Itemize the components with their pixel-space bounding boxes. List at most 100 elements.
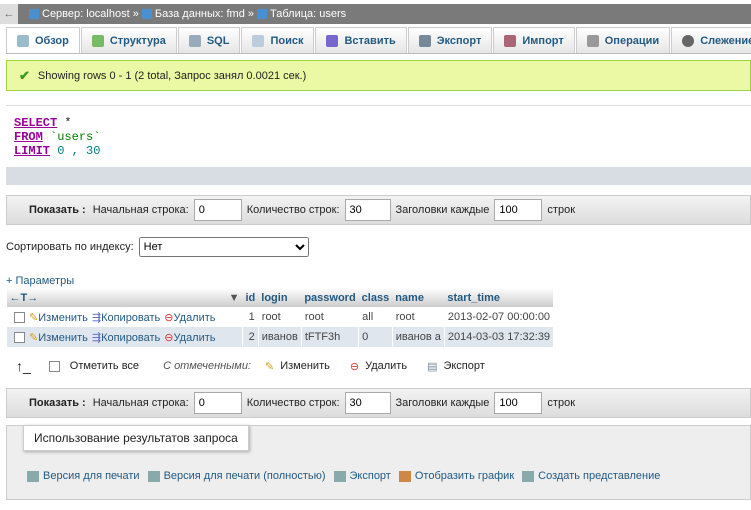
cell-name[interactable]: иванов а bbox=[391, 327, 445, 347]
row-count-input[interactable] bbox=[344, 199, 391, 221]
column-header-id[interactable]: id bbox=[242, 288, 259, 307]
export-icon bbox=[418, 34, 431, 47]
link-label: Экспорт bbox=[349, 470, 391, 482]
cell-id[interactable]: 1 bbox=[242, 307, 259, 327]
separator: » bbox=[247, 8, 255, 20]
breadcrumb-table[interactable]: Таблица: users bbox=[270, 8, 346, 20]
tab-operations[interactable]: Операции bbox=[575, 27, 671, 53]
export-link[interactable]: Экспорт bbox=[333, 470, 391, 482]
expand-arrows[interactable]: ←T→ bbox=[10, 292, 39, 304]
delete-link[interactable]: Удалить bbox=[174, 332, 216, 344]
tab-structure[interactable]: Структура bbox=[80, 27, 177, 53]
sql-text: 0 , 30 bbox=[50, 144, 101, 158]
create-view-link[interactable]: Создать представление bbox=[522, 470, 660, 482]
tab-import[interactable]: Импорт bbox=[493, 27, 575, 53]
sql-keyword[interactable]: LIMIT bbox=[14, 144, 50, 158]
tab-label: Поиск bbox=[270, 34, 304, 47]
server-icon bbox=[29, 9, 39, 19]
headers-every-label: Заголовки каждые bbox=[395, 397, 490, 409]
column-header-class[interactable]: class bbox=[358, 288, 393, 307]
edit-link[interactable]: Изменить bbox=[38, 312, 88, 324]
tab-tracking[interactable]: Слежение bbox=[671, 27, 751, 53]
breadcrumb-server[interactable]: Сервер: localhost bbox=[42, 8, 130, 20]
sort-dropdown-icon[interactable]: ▼ bbox=[229, 292, 240, 304]
sql-keyword[interactable]: SELECT bbox=[14, 116, 57, 130]
print-icon bbox=[27, 470, 39, 482]
headers-every-label: Заголовки каждые bbox=[395, 204, 490, 216]
column-header-start-time[interactable]: start_time bbox=[444, 288, 554, 307]
sort-select[interactable]: Нет bbox=[138, 237, 309, 257]
cell-id[interactable]: 2 bbox=[242, 327, 259, 347]
copy-link[interactable]: Копировать bbox=[101, 312, 160, 324]
row-count-label: Количество строк: bbox=[246, 397, 340, 409]
collapse-button[interactable]: ← bbox=[0, 4, 18, 24]
edit-link[interactable]: Изменить bbox=[38, 332, 88, 344]
print-icon bbox=[147, 470, 160, 482]
row-count-input[interactable] bbox=[344, 392, 391, 414]
tab-sql[interactable]: SQL bbox=[177, 27, 241, 53]
print-view-link[interactable]: Версия для печати bbox=[27, 470, 140, 482]
start-row-input[interactable] bbox=[193, 199, 242, 221]
breadcrumb-database[interactable]: База данных: fmd bbox=[155, 8, 245, 20]
column-header-name[interactable]: name bbox=[392, 288, 445, 307]
bulk-export-button[interactable]: Экспорт bbox=[443, 360, 484, 372]
sql-text: * bbox=[57, 116, 72, 130]
tab-label: Экспорт bbox=[436, 34, 482, 47]
navigation-bar-bottom: Показать : Начальная строка: Количество … bbox=[6, 388, 751, 418]
cell-password[interactable]: root bbox=[300, 307, 359, 327]
cell-class[interactable]: 0 bbox=[358, 327, 393, 347]
export-icon: ▤ bbox=[427, 360, 438, 373]
cell-password[interactable]: tFTF3h bbox=[300, 327, 359, 347]
check-all-checkbox[interactable] bbox=[48, 360, 60, 372]
success-message: ✔ Showing rows 0 - 1 (2 total, Запрос зан… bbox=[6, 60, 751, 91]
table-icon bbox=[257, 9, 268, 19]
wrench-icon bbox=[586, 34, 599, 47]
print-view-full-link[interactable]: Версия для печати (полностью) bbox=[147, 470, 326, 482]
tab-export[interactable]: Экспорт bbox=[407, 27, 493, 53]
row-checkbox[interactable] bbox=[14, 332, 25, 344]
tab-insert[interactable]: Вставить bbox=[315, 27, 407, 53]
bulk-delete-button[interactable]: Удалить bbox=[365, 360, 407, 372]
cell-start-time[interactable]: 2013-02-07 00:00:00 bbox=[443, 307, 554, 327]
check-all-label[interactable]: Отметить все bbox=[70, 360, 139, 372]
start-row-input[interactable] bbox=[193, 392, 242, 414]
link-label: Создать представление bbox=[538, 470, 661, 482]
results-table: ←T→ ▼ id login password class name start_… bbox=[6, 288, 554, 347]
row-checkbox[interactable] bbox=[14, 312, 25, 324]
column-header-password[interactable]: password bbox=[301, 288, 359, 307]
tab-bar: Обзор Структура SQL Поиск Вставить Экспо… bbox=[6, 27, 751, 54]
copy-link[interactable]: Копировать bbox=[101, 332, 160, 344]
chart-icon bbox=[398, 470, 411, 482]
view-icon bbox=[522, 470, 535, 482]
copy-icon: ⇶ bbox=[91, 311, 102, 324]
bulk-edit-button[interactable]: Изменить bbox=[280, 360, 330, 372]
eye-icon bbox=[682, 34, 695, 47]
headers-every-input[interactable] bbox=[494, 199, 543, 221]
tab-label: Слежение bbox=[700, 34, 751, 47]
sql-keyword[interactable]: FROM bbox=[14, 130, 43, 144]
cell-name[interactable]: root bbox=[391, 307, 445, 327]
arrow-up-icon: ↑_ bbox=[16, 358, 31, 374]
headers-every-input[interactable] bbox=[494, 392, 543, 414]
link-label: Версия для печати (полностью) bbox=[163, 470, 326, 482]
display-chart-link[interactable]: Отобразить график bbox=[398, 470, 514, 482]
cell-login[interactable]: иванов bbox=[257, 327, 302, 347]
check-icon: ✔ bbox=[19, 67, 30, 83]
pencil-icon: ✎ bbox=[265, 360, 275, 373]
cell-login[interactable]: root bbox=[257, 307, 302, 327]
sort-label: Сортировать по индексу: bbox=[6, 241, 134, 253]
link-label: Версия для печати bbox=[43, 470, 140, 482]
cell-start-time[interactable]: 2014-03-03 17:32:39 bbox=[443, 327, 554, 347]
copy-icon: ⇶ bbox=[91, 331, 102, 344]
delete-link[interactable]: Удалить bbox=[174, 312, 216, 324]
tab-browse[interactable]: Обзор bbox=[6, 27, 80, 53]
navigation-bar-top: Показать : Начальная строка: Количество … bbox=[6, 195, 751, 225]
column-header-login[interactable]: login bbox=[258, 288, 302, 307]
database-icon bbox=[141, 9, 152, 19]
column-resize-header[interactable]: ←T→ ▼ bbox=[6, 288, 243, 307]
tab-search[interactable]: Поиск bbox=[241, 27, 315, 53]
rows-suffix: строк bbox=[547, 204, 576, 216]
cell-class[interactable]: all bbox=[358, 307, 393, 327]
options-link[interactable]: + Параметры bbox=[6, 275, 74, 287]
start-row-label: Начальная строка: bbox=[92, 204, 189, 216]
